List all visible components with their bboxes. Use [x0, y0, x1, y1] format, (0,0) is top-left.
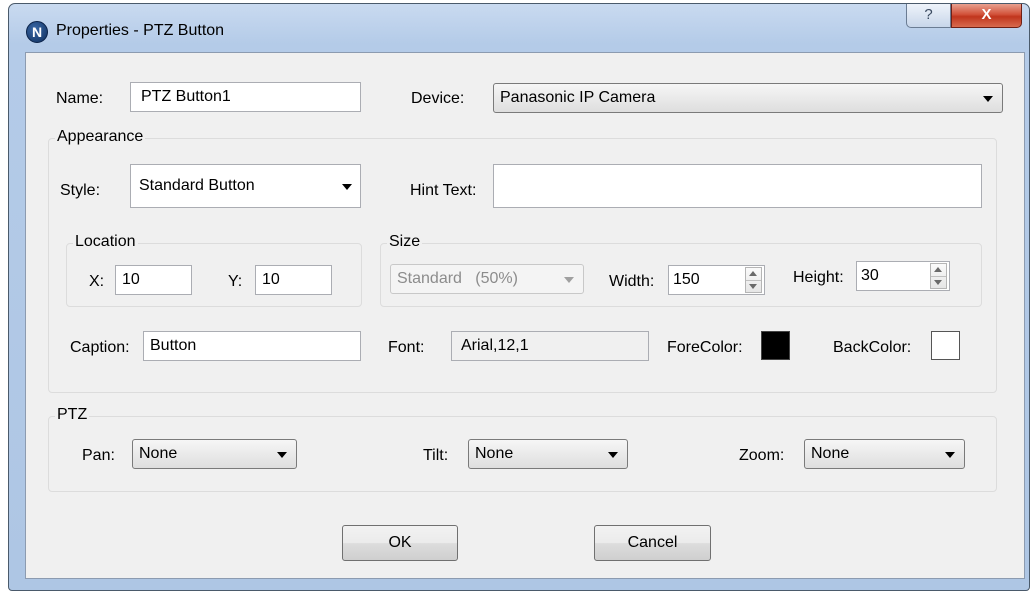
- pan-label: Pan:: [82, 447, 115, 464]
- chevron-down-icon: [945, 452, 955, 458]
- size-preset-dropdown[interactable]: Standard (50%): [390, 264, 584, 294]
- tilt-dropdown[interactable]: None: [468, 439, 628, 469]
- window-title: Properties - PTZ Button: [56, 22, 225, 39]
- help-button[interactable]: ?: [906, 4, 951, 28]
- chevron-down-icon: [342, 184, 352, 190]
- spin-down-icon[interactable]: [749, 284, 757, 289]
- backcolor-swatch[interactable]: [931, 331, 960, 360]
- style-label: Style:: [60, 182, 101, 199]
- name-input[interactable]: PTZ Button1: [130, 82, 361, 112]
- zoom-dropdown[interactable]: None: [804, 439, 965, 469]
- properties-dialog: N Properties - PTZ Button ? X Name: PTZ …: [8, 3, 1030, 591]
- caption-input[interactable]: Button: [143, 331, 361, 361]
- font-label: Font:: [388, 339, 425, 356]
- y-label: Y:: [228, 273, 243, 290]
- height-spinner[interactable]: [930, 263, 947, 289]
- height-label: Height:: [793, 269, 844, 286]
- ok-button[interactable]: OK: [342, 525, 458, 561]
- app-logo-icon: N: [26, 21, 48, 43]
- pan-dropdown[interactable]: None: [132, 439, 297, 469]
- tilt-label: Tilt:: [423, 447, 449, 464]
- caption-label: Caption:: [70, 339, 130, 356]
- device-dropdown-value: Panasonic IP Camera: [500, 89, 656, 106]
- forecolor-swatch[interactable]: [761, 331, 790, 360]
- zoom-dropdown-value: None: [811, 445, 850, 462]
- name-label: Name:: [56, 90, 104, 107]
- style-dropdown-value: Standard Button: [139, 177, 255, 194]
- width-spinner[interactable]: [745, 267, 762, 293]
- size-preset-value: Standard (50%): [397, 270, 518, 287]
- height-spinbox[interactable]: 30: [856, 261, 950, 291]
- spin-up-icon[interactable]: [934, 267, 942, 272]
- zoom-label: Zoom:: [739, 447, 785, 464]
- close-button[interactable]: X: [951, 4, 1022, 28]
- y-input[interactable]: 10: [255, 265, 332, 295]
- height-value: 30: [861, 267, 879, 284]
- location-group-label: Location: [73, 233, 138, 251]
- chevron-down-icon: [983, 96, 993, 102]
- spin-up-icon[interactable]: [749, 271, 757, 276]
- width-value: 150: [673, 271, 700, 288]
- forecolor-label: ForeColor:: [667, 339, 743, 356]
- hint-text-label: Hint Text:: [410, 182, 477, 199]
- width-spinbox[interactable]: 150: [668, 265, 765, 295]
- style-dropdown[interactable]: Standard Button: [130, 164, 361, 208]
- width-label: Width:: [609, 273, 655, 290]
- title-bar[interactable]: N Properties - PTZ Button ? X: [9, 4, 1029, 50]
- x-label: X:: [89, 273, 105, 290]
- x-input[interactable]: 10: [115, 265, 192, 295]
- backcolor-label: BackColor:: [833, 339, 912, 356]
- chevron-down-icon: [608, 452, 618, 458]
- appearance-group-label: Appearance: [55, 128, 146, 146]
- size-group-label: Size: [387, 233, 423, 251]
- hint-text-input[interactable]: [493, 164, 982, 208]
- font-picker[interactable]: Arial,12,1: [451, 331, 649, 361]
- device-dropdown[interactable]: Panasonic IP Camera: [493, 83, 1003, 113]
- device-label: Device:: [411, 90, 465, 107]
- pan-dropdown-value: None: [139, 445, 178, 462]
- cancel-button[interactable]: Cancel: [594, 525, 711, 561]
- ptz-group-label: PTZ: [55, 406, 90, 424]
- dialog-body: Name: PTZ Button1 Device: Panasonic IP C…: [25, 52, 1025, 579]
- tilt-dropdown-value: None: [475, 445, 514, 462]
- spin-down-icon[interactable]: [934, 280, 942, 285]
- chevron-down-icon: [277, 452, 287, 458]
- chevron-down-icon: [564, 277, 574, 283]
